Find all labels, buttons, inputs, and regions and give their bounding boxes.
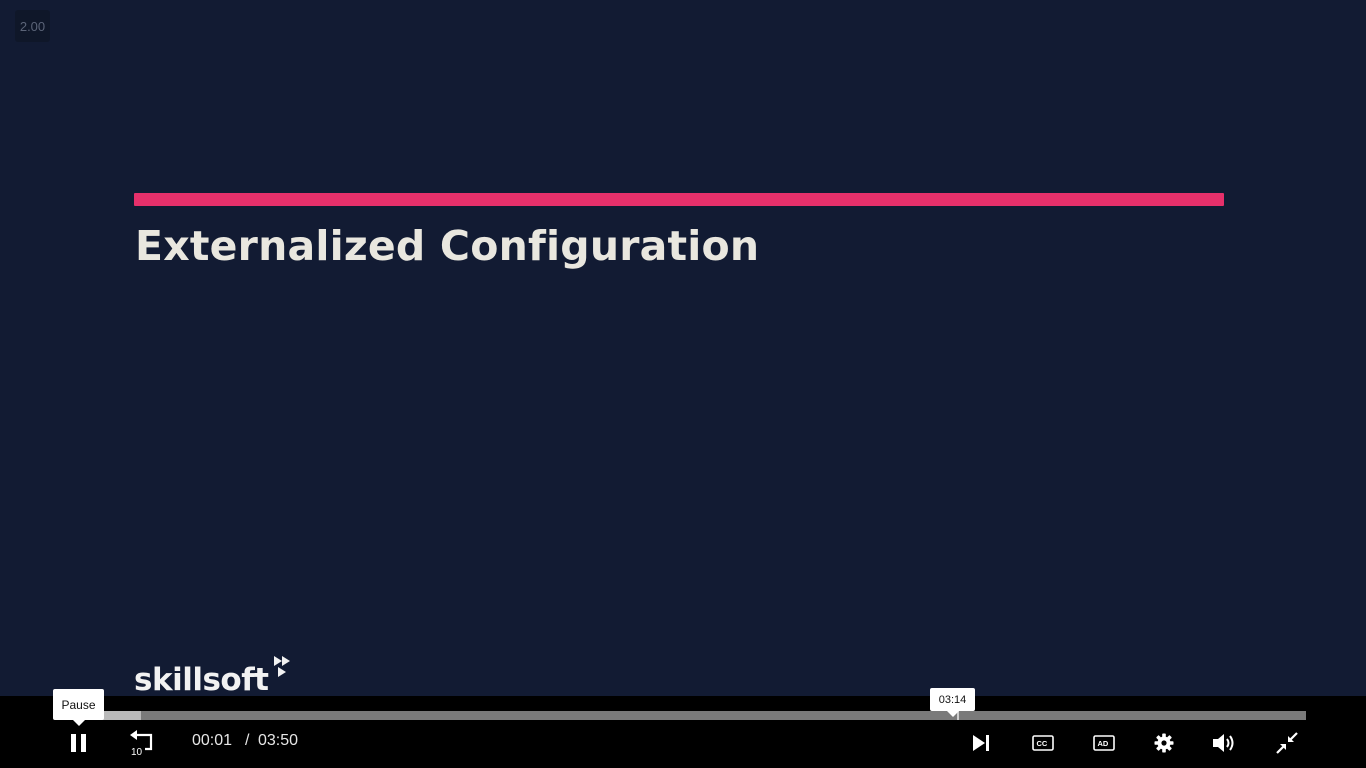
logo-chevrons-icon	[270, 654, 300, 684]
time-separator: /	[245, 732, 250, 749]
svg-text:AD: AD	[1098, 739, 1109, 748]
exit-fullscreen-icon	[1276, 732, 1298, 754]
volume-icon	[1213, 734, 1234, 752]
volume-button[interactable]	[1209, 728, 1241, 758]
audio-description-button[interactable]: AD	[1089, 728, 1119, 758]
pause-icon	[71, 734, 86, 752]
pause-tooltip: Pause	[53, 689, 104, 720]
pause-button[interactable]	[64, 728, 94, 758]
settings-button[interactable]	[1149, 728, 1179, 758]
exit-fullscreen-button[interactable]	[1272, 728, 1302, 758]
settings-gear-icon	[1154, 733, 1174, 753]
progress-bar[interactable]	[72, 711, 1306, 720]
total-time: 03:50	[258, 732, 299, 749]
video-stage[interactable]: 2.00 Externalized Configuration skillsof…	[0, 0, 1366, 768]
closed-captions-button[interactable]: CC	[1028, 728, 1058, 758]
skip-next-button[interactable]	[966, 728, 996, 758]
svg-text:CC: CC	[1037, 739, 1048, 748]
player-controls: Pause 03:14 10 00:01 / 03:50 CC AD	[0, 688, 1366, 768]
slide-title: Externalized Configuration	[135, 222, 760, 270]
skip-next-icon	[973, 735, 989, 751]
current-time: 00:01	[192, 732, 233, 749]
audio-description-icon: AD	[1093, 735, 1115, 751]
closed-captions-icon: CC	[1032, 735, 1054, 751]
skillsoft-logo: skillsoft	[134, 654, 300, 696]
svg-text:10: 10	[131, 747, 143, 756]
seek-time-tooltip: 03:14	[930, 688, 975, 711]
rewind-10-button[interactable]: 10	[126, 728, 156, 758]
rewind-10-icon: 10	[130, 730, 153, 756]
playback-speed-badge: 2.00	[15, 10, 50, 42]
slide-accent-bar	[134, 193, 1224, 206]
logo-text: skillsoft	[134, 662, 269, 698]
